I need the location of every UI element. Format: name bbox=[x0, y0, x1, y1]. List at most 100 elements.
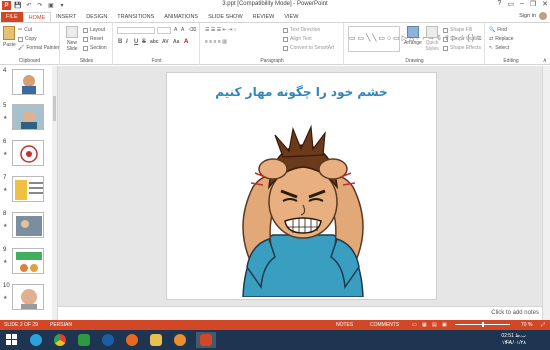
arrange-button[interactable]: Arrange bbox=[404, 26, 422, 46]
slide-scrollbar[interactable] bbox=[542, 66, 550, 320]
start-button[interactable] bbox=[2, 332, 22, 348]
smartart-label: Convert to SmartArt bbox=[290, 45, 335, 51]
shape-effects-button[interactable]: Shape Effects bbox=[443, 45, 481, 51]
reset-button[interactable]: Reset bbox=[83, 36, 103, 42]
chrome-icon[interactable] bbox=[50, 332, 70, 348]
text-direction-icon bbox=[283, 27, 288, 33]
normal-view-icon[interactable]: ▭ bbox=[412, 322, 417, 328]
zoom-level[interactable]: 70 % bbox=[521, 322, 532, 328]
user-avatar[interactable] bbox=[539, 12, 547, 20]
scrollbar-thumb[interactable] bbox=[53, 96, 56, 121]
close-button[interactable]: ✕ bbox=[542, 0, 548, 8]
bullets-icon[interactable]: ☰ ☰ ☰ ⇤ ⇥ ↕ bbox=[205, 27, 236, 33]
tab-insert[interactable]: INSERT bbox=[51, 12, 81, 22]
restore-button[interactable]: ❐ bbox=[530, 0, 536, 8]
animation-star-icon: ★ bbox=[3, 115, 8, 121]
format-painter-button[interactable]: 🖌 Format Painter bbox=[18, 45, 59, 51]
section-button[interactable]: Section bbox=[83, 45, 107, 51]
character-spacing-button[interactable]: AV bbox=[162, 39, 169, 45]
brush-icon: 🖌 bbox=[18, 45, 25, 51]
help-button[interactable]: ? bbox=[497, 0, 501, 8]
media-player-icon[interactable] bbox=[98, 332, 118, 348]
shape-outline-button[interactable]: Shape Outline bbox=[443, 36, 482, 42]
shapes-gallery[interactable]: ▭ ▭ ╲ ╲ ▭ ○ ▭ ▷ △ ⌐ ⌐ ⇨ ⇩ ⇧ ▷ ☆ { } ⊂ bbox=[348, 26, 482, 52]
thumbnail-image bbox=[12, 248, 44, 274]
notes-pane[interactable]: Click to add notes bbox=[58, 306, 542, 320]
paste-button[interactable]: Paste bbox=[3, 26, 16, 48]
notes-placeholder[interactable]: Click to add notes bbox=[491, 310, 539, 316]
select-button[interactable]: ↖ Select bbox=[489, 45, 509, 51]
tab-home[interactable]: HOME bbox=[22, 12, 52, 22]
tab-review[interactable]: REVIEW bbox=[248, 12, 280, 22]
align-icons[interactable]: ≡ ≡ ≡ ≡ ▥ bbox=[205, 39, 227, 45]
text-direction-button[interactable]: Text Direction bbox=[283, 27, 320, 33]
animation-star-icon: ★ bbox=[3, 187, 8, 193]
align-text-label: Align Text bbox=[290, 36, 312, 42]
sign-in-link[interactable]: Sign in bbox=[519, 13, 536, 19]
tab-animations[interactable]: ANIMATIONS bbox=[159, 12, 203, 22]
show-desktop-button[interactable] bbox=[530, 332, 548, 348]
tab-slide-show[interactable]: SLIDE SHOW bbox=[203, 12, 248, 22]
convert-smartart-button[interactable]: Convert to SmartArt bbox=[283, 45, 334, 51]
clear-formatting-icon[interactable]: ⌫ bbox=[189, 27, 196, 33]
find-button[interactable]: 🔍 Find bbox=[489, 27, 507, 33]
quick-styles-button[interactable]: Quick Styles bbox=[424, 26, 440, 52]
ribbon: Paste ✂ Cut Copy 🖌 Format Painter Clipboar… bbox=[0, 22, 550, 65]
fit-to-window-icon[interactable]: ⤢ bbox=[541, 322, 545, 328]
shrink-font-icon[interactable]: A bbox=[181, 27, 184, 33]
copy-button[interactable]: Copy bbox=[18, 36, 37, 42]
zoom-slider-knob[interactable] bbox=[482, 322, 484, 327]
font-size-box[interactable] bbox=[157, 27, 171, 34]
current-slide[interactable]: خشم خود را چگونه مهار کنیم bbox=[166, 72, 437, 300]
minimize-button[interactable]: – bbox=[520, 0, 524, 8]
change-case-button[interactable]: Aa bbox=[173, 39, 179, 45]
slide-title[interactable]: خشم خود را چگونه مهار کنیم bbox=[167, 85, 436, 99]
tab-design[interactable]: DESIGN bbox=[81, 12, 112, 22]
collapse-ribbon-icon[interactable]: ∧ bbox=[543, 57, 547, 64]
tab-transitions[interactable]: TRANSITIONS bbox=[112, 12, 159, 22]
reset-icon bbox=[83, 36, 88, 42]
angry-boy-illustration[interactable] bbox=[223, 117, 383, 297]
notes-button[interactable]: NOTES bbox=[336, 322, 353, 328]
align-text-button[interactable]: Align Text bbox=[283, 36, 312, 42]
language-indicator[interactable]: PERSIAN bbox=[50, 322, 72, 328]
new-slide-button[interactable]: New Slide bbox=[64, 26, 80, 52]
ribbon-options-icon[interactable]: ▭ bbox=[507, 0, 514, 8]
underline-button[interactable]: U bbox=[134, 39, 138, 45]
layout-button[interactable]: Layout bbox=[83, 27, 105, 33]
slideshow-view-icon[interactable]: ▣ bbox=[442, 322, 447, 328]
animation-star-icon: ★ bbox=[3, 259, 8, 265]
green-app-icon[interactable] bbox=[74, 332, 94, 348]
arrange-icon bbox=[406, 26, 419, 38]
font-color-button[interactable]: A bbox=[184, 39, 188, 45]
thumbnails-scrollbar[interactable] bbox=[52, 66, 57, 320]
shape-fill-button[interactable]: Shape Fill bbox=[443, 27, 472, 33]
shape-outline-label: Shape Outline bbox=[450, 36, 482, 42]
slides-group-label: Slides bbox=[79, 58, 94, 64]
comments-button[interactable]: COMMENTS bbox=[370, 322, 399, 328]
tab-file[interactable]: FILE bbox=[1, 12, 23, 22]
font-name-box[interactable] bbox=[117, 27, 155, 34]
strikethrough-button[interactable]: S bbox=[142, 39, 146, 45]
replace-button[interactable]: ⇄ Replace bbox=[489, 36, 514, 42]
file-explorer-icon[interactable] bbox=[146, 332, 166, 348]
cut-button[interactable]: ✂ Cut bbox=[18, 27, 32, 33]
italic-button[interactable]: I bbox=[126, 39, 128, 45]
bold-button[interactable]: B bbox=[118, 39, 122, 45]
reset-label: Reset bbox=[90, 36, 104, 42]
slide-thumbnails-pane: 4 5 ★ 6 ★ 7 ★ 8 ★ 9 ★ 10 ★ bbox=[0, 66, 58, 320]
grow-font-icon[interactable]: A bbox=[174, 27, 177, 33]
outline-icon bbox=[443, 36, 448, 42]
editing-group: 🔍 Find ⇄ Replace ↖ Select Editing bbox=[486, 23, 536, 65]
telegram-icon[interactable] bbox=[26, 332, 46, 348]
shadow-button[interactable]: abc bbox=[150, 39, 159, 45]
find-icon: 🔍 bbox=[489, 27, 496, 33]
slide-sorter-icon[interactable]: ▦ bbox=[422, 322, 427, 328]
tab-view[interactable]: VIEW bbox=[279, 12, 303, 22]
firefox-icon[interactable] bbox=[122, 332, 142, 348]
reading-view-icon[interactable]: ▤ bbox=[432, 322, 437, 328]
powerpoint-taskbar-icon[interactable] bbox=[196, 332, 216, 348]
title-bar: P 💾 ↶ ↷ ▣ ▾ 3.ppt [Compatibility Mode] -… bbox=[0, 0, 550, 11]
media-player-2-icon[interactable] bbox=[170, 332, 190, 348]
system-clock[interactable]: 02:51 ب.ظ ۱۴۰۱/۰۱/۲۸ bbox=[501, 333, 526, 347]
